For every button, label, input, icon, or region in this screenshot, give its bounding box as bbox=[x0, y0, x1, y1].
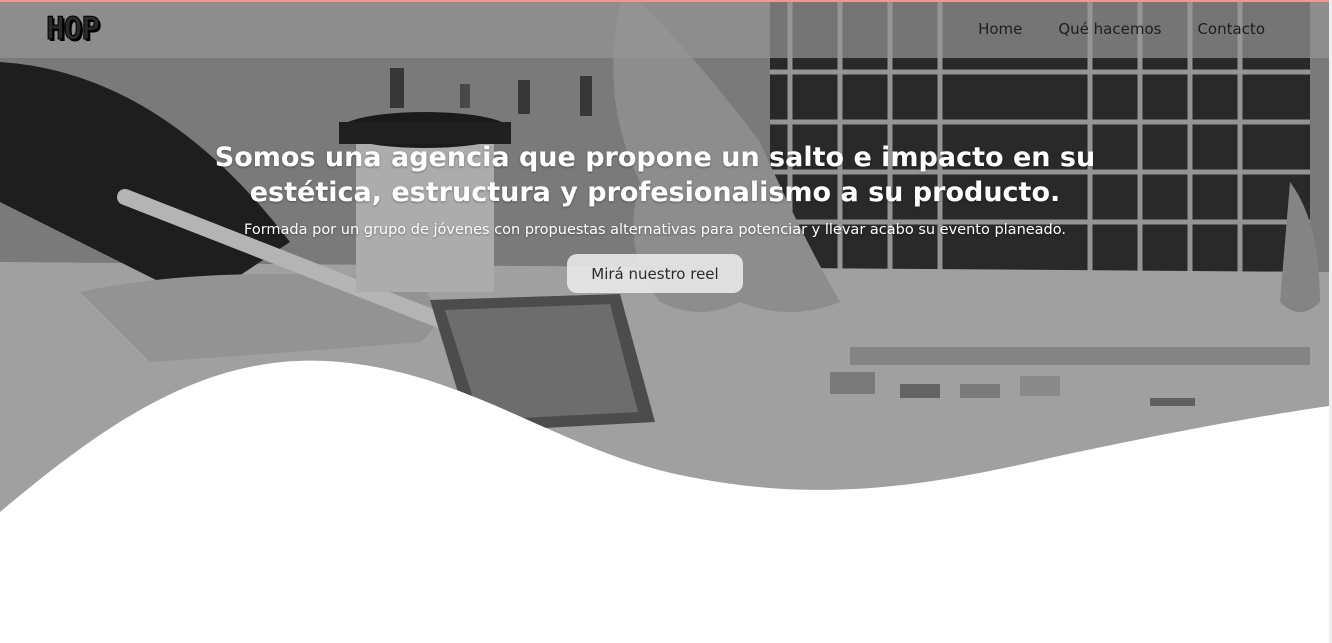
hero-title: Somos una agencia que propone un salto e… bbox=[214, 142, 1096, 208]
nav-link-que-hacemos[interactable]: Qué hacemos bbox=[1058, 20, 1161, 38]
main-nav: Home Qué hacemos Contacto bbox=[978, 20, 1265, 38]
hero-wave-divider bbox=[0, 360, 1329, 643]
hero-subtitle: Formada por un grupo de jóvenes con prop… bbox=[244, 222, 1066, 238]
nav-link-contacto[interactable]: Contacto bbox=[1197, 20, 1265, 38]
nav-link-home[interactable]: Home bbox=[978, 20, 1022, 38]
hero-content: Somos una agencia que propone un salto e… bbox=[0, 140, 1310, 293]
brand-logo[interactable]: HOP bbox=[46, 11, 101, 48]
top-navbar: HOP Home Qué hacemos Contacto bbox=[0, 2, 1329, 58]
window-top-border bbox=[0, 0, 1332, 2]
watch-reel-button[interactable]: Mirá nuestro reel bbox=[567, 254, 743, 293]
